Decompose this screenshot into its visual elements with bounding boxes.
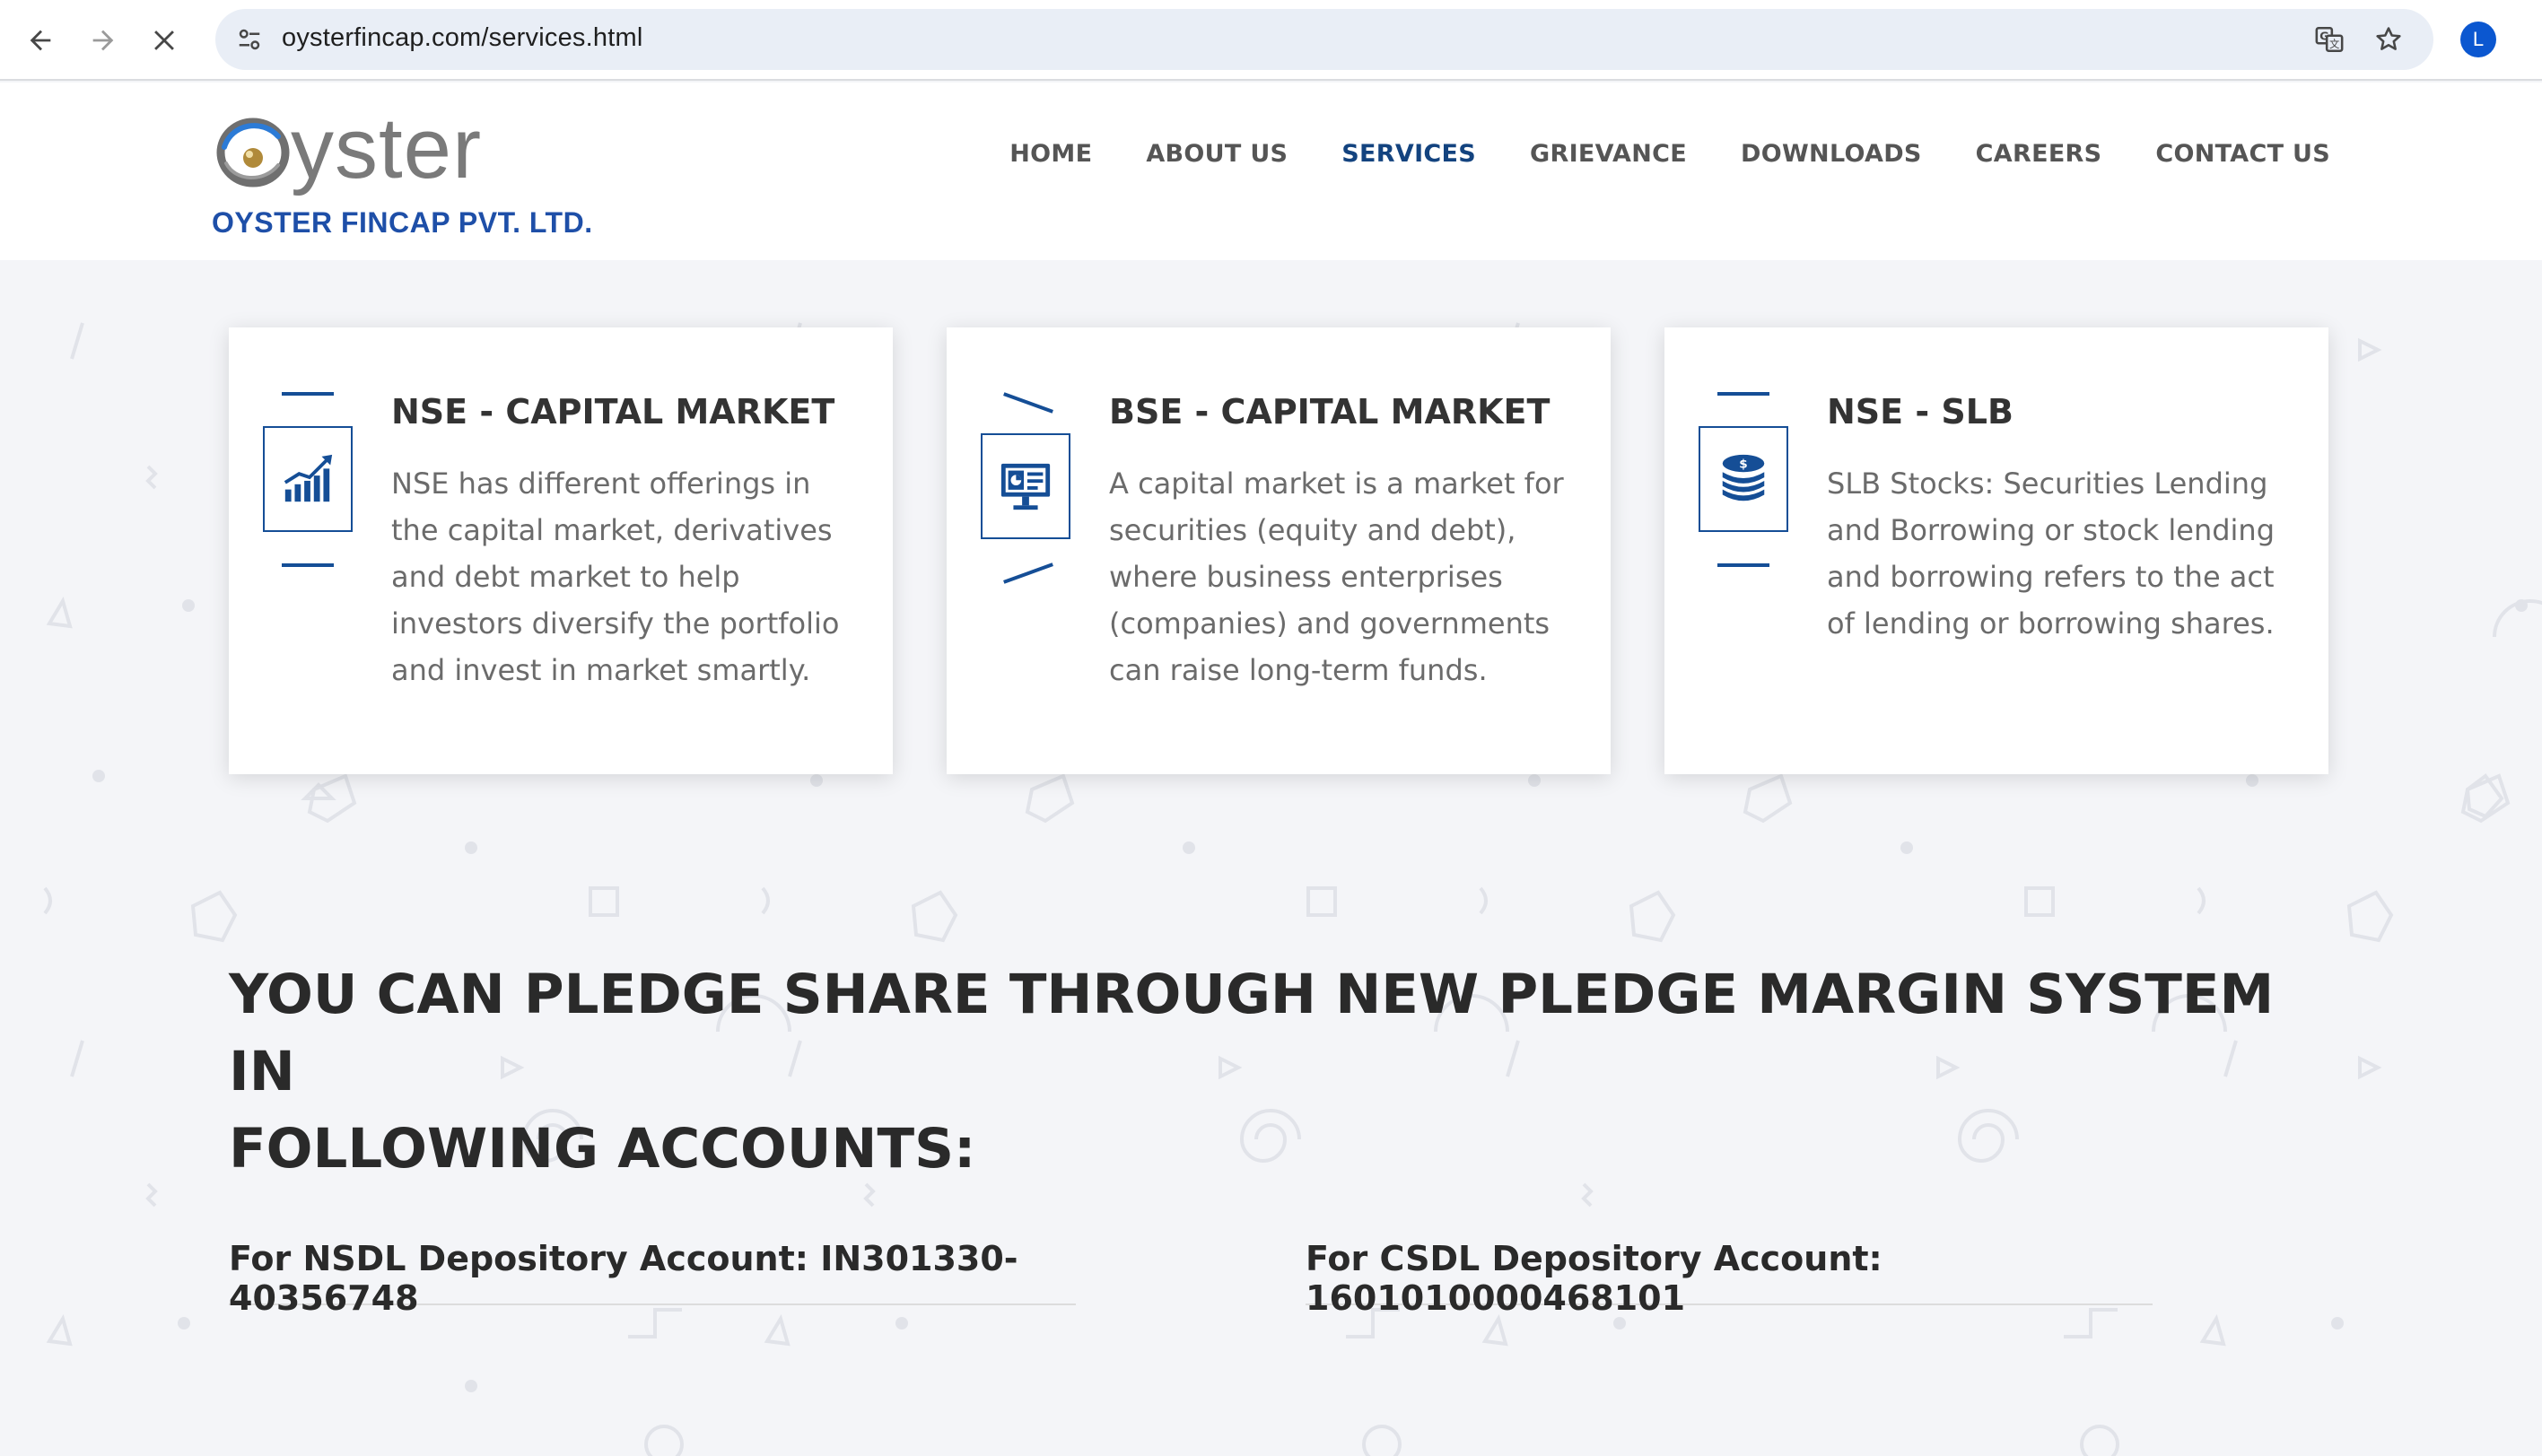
decorative-dash	[1717, 392, 1769, 396]
arrow-left-icon	[30, 30, 51, 51]
nav-about-us[interactable]: ABOUT US	[1119, 140, 1315, 168]
url-text[interactable]: oysterfincap.com/services.html	[282, 23, 642, 53]
logo-wordmark: yster	[291, 100, 483, 196]
translate-icon[interactable]: G 文	[2311, 22, 2347, 57]
stop-loading-button[interactable]	[142, 16, 190, 65]
site-settings-icon[interactable]	[233, 23, 266, 56]
svg-text:$: $	[1739, 457, 1747, 471]
nav-careers[interactable]: CAREERS	[1949, 140, 2129, 168]
nav-services[interactable]: SERVICES	[1315, 140, 1503, 168]
card-description: NSE has different offerings in the capit…	[391, 466, 840, 687]
nav-downloads[interactable]: DOWNLOADS	[1714, 140, 1949, 168]
browser-toolbar: oysterfincap.com/services.html G 文 L	[0, 0, 2542, 81]
service-card-bse-capital: BSE - CAPITAL MARKET A capital market is…	[947, 327, 1611, 774]
oyster-logo-icon	[216, 118, 290, 187]
card-title: NSE - CAPITAL MARKET	[391, 392, 835, 432]
nav-grievance[interactable]: GRIEVANCE	[1503, 140, 1714, 168]
nsdl-account: For NSDL Depository Account: IN301330-40…	[229, 1239, 1076, 1318]
nav-home[interactable]: HOME	[983, 140, 1119, 168]
card-title: NSE - SLB	[1827, 392, 2014, 432]
pledge-heading-line1: YOU CAN PLEDGE SHARE THROUGH NEW PLEDGE …	[229, 963, 2275, 1103]
pledge-heading: YOU CAN PLEDGE SHARE THROUGH NEW PLEDGE …	[229, 956, 2293, 1188]
close-icon	[154, 31, 174, 50]
bookmark-star-icon[interactable]	[2371, 22, 2407, 57]
address-bar[interactable]: oysterfincap.com/services.html G 文	[215, 9, 2433, 70]
svg-text:文: 文	[2329, 38, 2339, 50]
service-card-nse-slb: $ NSE - SLB SLB Stocks: Securities Lendi…	[1664, 327, 2328, 774]
decorative-dash	[1003, 392, 1053, 414]
presentation-monitor-icon	[981, 433, 1070, 539]
card-description: A capital market is a market for securit…	[1109, 466, 1564, 687]
nsdl-account-text: For NSDL Depository Account: IN301330-40…	[229, 1239, 1018, 1318]
main-nav: HOME ABOUT US SERVICES GRIEVANCE DOWNLOA…	[983, 140, 2330, 168]
site-header: yster OYSTER FINCAP PVT. LTD. HOME ABOUT…	[0, 83, 2542, 260]
cdsl-account: For CSDL Depository Account: 16010100004…	[1306, 1239, 2153, 1318]
service-card-nse-capital: NSE - CAPITAL MARKET NSE has different o…	[229, 327, 893, 774]
company-name: OYSTER FINCAP PVT. LTD.	[212, 206, 593, 239]
profile-avatar[interactable]: L	[2460, 22, 2496, 57]
pledge-heading-line2: FOLLOWING ACCOUNTS:	[229, 1117, 976, 1181]
forward-button[interactable]	[79, 16, 127, 65]
card-description: SLB Stocks: Securities Lending and Borro…	[1827, 466, 2276, 641]
decorative-dash	[1003, 562, 1053, 584]
back-button[interactable]	[16, 16, 65, 65]
card-title: BSE - CAPITAL MARKET	[1109, 392, 1551, 432]
decorative-dash	[282, 563, 334, 567]
decorative-dash	[1717, 563, 1769, 567]
decorative-dash	[282, 392, 334, 396]
cdsl-account-text: For CSDL Depository Account: 16010100004…	[1306, 1239, 1882, 1318]
arrow-right-icon	[92, 30, 114, 51]
nav-contact-us[interactable]: CONTACT US	[2128, 140, 2330, 168]
site-logo[interactable]: yster	[208, 106, 486, 192]
coin-stack-icon: $	[1699, 426, 1788, 532]
growth-chart-icon	[263, 426, 353, 532]
